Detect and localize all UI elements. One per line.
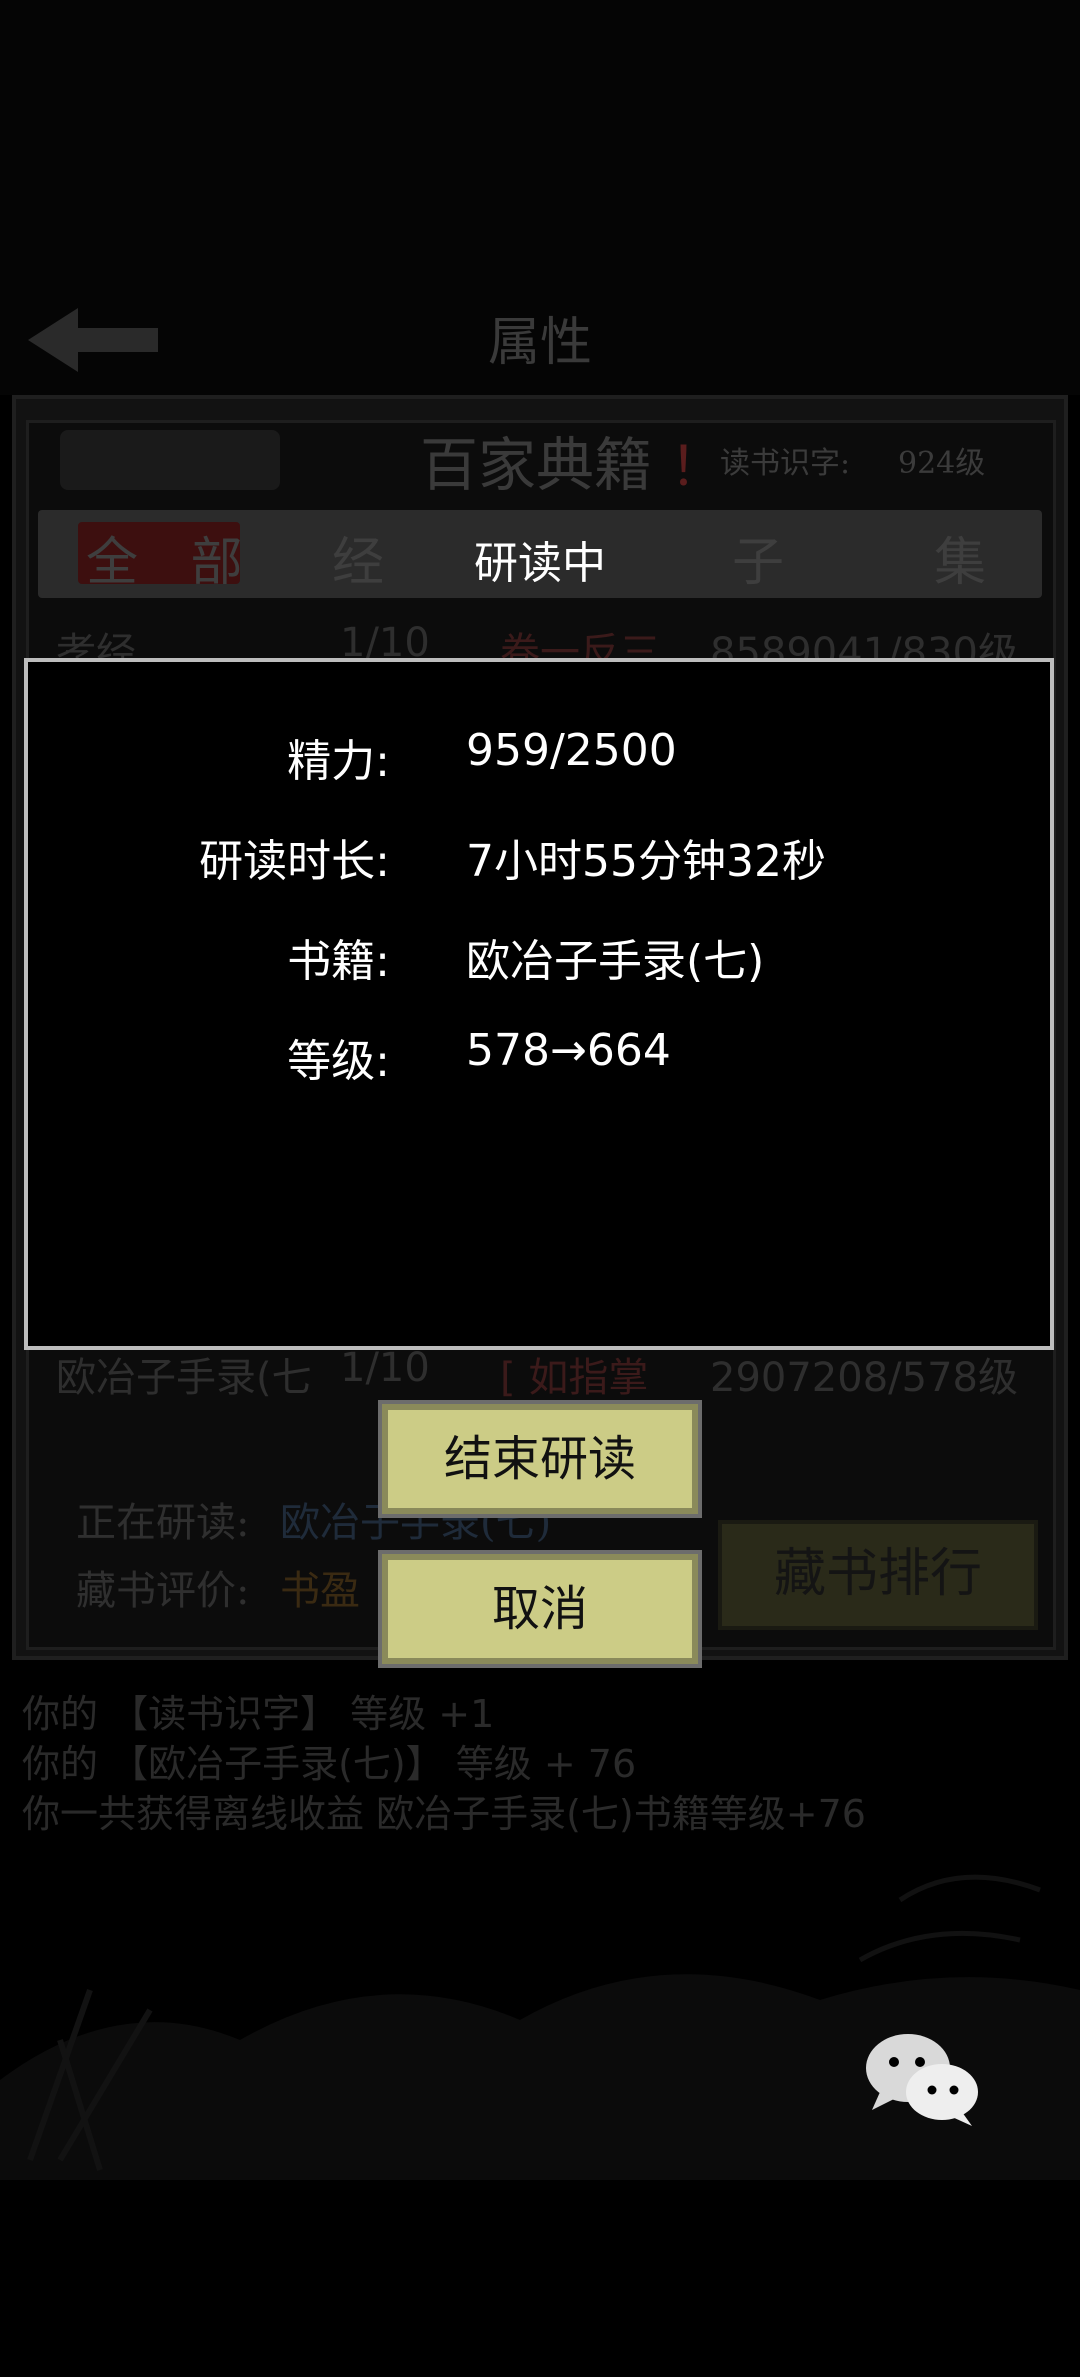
level-value: 578→664: [466, 1025, 671, 1076]
wechat-icon[interactable]: [862, 2028, 982, 2128]
book-stat: 2907208/578级: [710, 1355, 1018, 1401]
level-label: 等级:: [287, 1036, 390, 1087]
reading-duration-label: 研读时长:: [199, 836, 390, 887]
collection-eval-label: 藏书评价:: [76, 1568, 250, 1614]
book-name: 欧冶子手录(七: [56, 1355, 312, 1401]
collection-rank-button[interactable]: 藏书排行: [718, 1520, 1038, 1630]
reading-now-label: 正在研读:: [76, 1500, 250, 1546]
end-reading-button[interactable]: 结束研读: [378, 1400, 702, 1518]
stamina-label: 精力:: [287, 736, 390, 787]
stamina-value: 959/2500: [466, 725, 677, 776]
seal-decoration: [60, 430, 280, 490]
cancel-button[interactable]: 取消: [378, 1550, 702, 1668]
skill-level: 924级: [898, 446, 986, 481]
reading-duration-value: 7小时55分钟32秒: [466, 836, 826, 887]
panel-title: 百家典籍: [420, 431, 653, 499]
book-label: 书籍:: [287, 936, 390, 987]
panel-title-mark: ！: [670, 435, 724, 498]
book-tag: [ 如指掌: [500, 1355, 649, 1401]
skill-label: 读书识字:: [720, 446, 851, 481]
modal-title: 研读中: [474, 538, 606, 589]
page-title: 属性: [487, 313, 592, 373]
list-item[interactable]: 欧冶子手录(七 1/10 [ 如指掌 2907208/578级: [30, 1345, 1060, 1405]
book-progress: 1/10: [340, 1345, 430, 1391]
book-value: 欧冶子手录(七): [466, 936, 765, 987]
collection-eval-value: 书盈: [280, 1568, 360, 1614]
